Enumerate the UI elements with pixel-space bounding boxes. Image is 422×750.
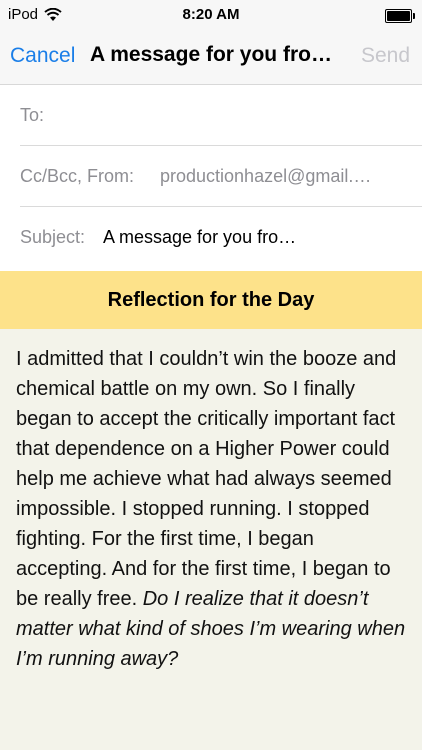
send-button[interactable]: Send (361, 44, 410, 68)
reflection-text: I admitted that I couldn’t win the booze… (16, 348, 397, 610)
from-address: productionhazel@gmail.… (160, 166, 372, 186)
status-time: 8:20 AM (182, 6, 240, 23)
battery-fill (387, 11, 410, 21)
cancel-button[interactable]: Cancel (10, 44, 75, 68)
subject-field[interactable]: Subject: A message for you fro… (20, 207, 422, 267)
battery-icon (385, 9, 415, 23)
reflection-heading: Reflection for the Day (0, 271, 422, 329)
compose-fields: To: Cc/Bcc, From: productionhazel@gmail.… (0, 85, 422, 271)
to-field[interactable]: To: (20, 85, 422, 146)
cc-bcc-from-field[interactable]: Cc/Bcc, From: productionhazel@gmail.… (20, 146, 422, 207)
subject-value: A message for you fro… (103, 227, 297, 247)
to-label: To: (20, 105, 45, 125)
compose-title: A message for you fro… (90, 43, 332, 66)
message-body[interactable]: I admitted that I couldn’t win the booze… (16, 344, 408, 674)
status-bar: iPod 8:20 AM (0, 0, 422, 30)
cc-bcc-from-label: Cc/Bcc, From: (20, 166, 135, 186)
subject-label: Subject: (20, 227, 86, 247)
compose-nav-bar: Cancel A message for you fro… Send (0, 30, 422, 85)
